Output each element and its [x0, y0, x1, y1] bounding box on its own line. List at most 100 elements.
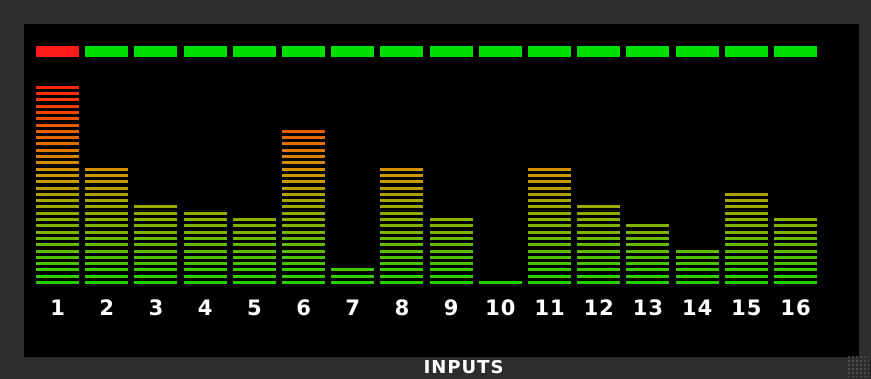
level-segment	[774, 230, 817, 234]
level-bar-8	[380, 163, 424, 284]
level-segment	[36, 243, 79, 247]
level-segment	[85, 218, 129, 221]
clip-indicator-14[interactable]	[675, 46, 719, 57]
level-segment	[331, 281, 375, 284]
level-segment	[36, 110, 79, 114]
clip-indicator-16[interactable]	[774, 46, 817, 57]
level-segment	[528, 255, 571, 259]
level-segment	[36, 186, 79, 190]
level-bar-5	[232, 215, 276, 284]
level-segment	[626, 224, 670, 228]
input-meter-panel: 1 2 3 4 5 6 7 8 9 10 11 12 13 14 15 16 INPUTS	[24, 24, 859, 378]
clip-indicator-11[interactable]	[528, 46, 571, 57]
level-segment	[724, 274, 768, 278]
level-segment	[577, 236, 621, 240]
level-segment	[724, 236, 768, 240]
clip-indicator-15[interactable]	[724, 46, 768, 57]
level-segment	[380, 268, 424, 272]
level-segment	[36, 136, 79, 140]
level-segment	[134, 274, 178, 278]
level-segment	[380, 255, 424, 259]
clip-indicator-4[interactable]	[183, 46, 227, 57]
level-segment	[232, 243, 276, 247]
level-segment	[675, 268, 719, 272]
level-segment	[85, 262, 129, 266]
level-segment	[380, 180, 424, 184]
level-segment	[85, 249, 129, 253]
level-segment	[36, 224, 79, 228]
level-segment	[36, 218, 79, 221]
level-bar-16	[774, 215, 817, 284]
level-segment	[183, 249, 227, 253]
level-segment	[626, 236, 670, 240]
level-segment	[774, 255, 817, 259]
level-segment	[724, 199, 768, 203]
clip-indicator-7[interactable]	[331, 46, 375, 57]
level-segment	[282, 136, 325, 140]
channel-label-2: 2	[99, 296, 115, 320]
level-segment	[577, 281, 621, 284]
level-segment	[429, 268, 473, 272]
clip-indicator-3[interactable]	[134, 46, 178, 57]
level-segment	[85, 211, 129, 215]
level-segment	[282, 205, 325, 209]
level-segment	[36, 230, 79, 234]
clip-indicator-10[interactable]	[478, 46, 522, 57]
level-segment	[36, 92, 79, 95]
level-segment	[380, 218, 424, 221]
level-segment	[36, 262, 79, 266]
clip-indicator-9[interactable]	[429, 46, 473, 57]
level-bar-10	[478, 280, 522, 284]
level-segment	[183, 230, 227, 234]
level-segment	[282, 211, 325, 215]
level-segment	[577, 268, 621, 272]
level-segment	[282, 161, 325, 165]
level-segment	[528, 230, 571, 234]
level-segment	[675, 255, 719, 259]
resize-grip-icon[interactable]	[847, 355, 869, 377]
inputs-title: INPUTS	[423, 357, 505, 378]
level-segment	[36, 249, 79, 253]
channel-label-16: 16	[780, 296, 812, 320]
level-segment	[380, 173, 424, 177]
level-segment	[36, 104, 79, 108]
level-segment	[282, 148, 325, 152]
level-segment	[577, 230, 621, 234]
level-bar-7	[331, 267, 375, 284]
clip-indicator-2[interactable]	[85, 46, 129, 57]
level-segment	[429, 243, 473, 247]
level-segment	[232, 262, 276, 266]
channel-label-4: 4	[197, 296, 214, 320]
level-segment	[380, 167, 424, 171]
level-bar-13	[626, 224, 670, 284]
level-segment	[232, 274, 276, 278]
clip-indicator-6[interactable]	[282, 46, 325, 57]
level-segment	[134, 230, 178, 234]
level-segment	[774, 224, 817, 228]
clip-indicator-13[interactable]	[626, 46, 670, 57]
level-segment	[134, 218, 178, 221]
level-segment	[577, 224, 621, 228]
level-segment	[36, 117, 79, 121]
level-segment	[134, 249, 178, 253]
clip-indicator-1[interactable]	[36, 46, 79, 57]
level-segment	[183, 268, 227, 272]
level-segment	[183, 211, 227, 215]
level-segment	[528, 199, 571, 203]
clip-indicator-12[interactable]	[577, 46, 621, 57]
level-segment	[724, 230, 768, 234]
level-segment	[36, 173, 79, 177]
clip-indicator-5[interactable]	[232, 46, 276, 57]
level-segment	[282, 142, 325, 146]
level-segment	[85, 243, 129, 247]
level-segment	[36, 205, 79, 209]
level-segment	[282, 274, 325, 278]
level-segment	[724, 192, 768, 196]
level-segment	[577, 255, 621, 259]
level-segment	[85, 180, 129, 184]
level-segment	[429, 274, 473, 278]
channel-label-3: 3	[148, 296, 165, 320]
clip-indicator-8[interactable]	[380, 46, 424, 57]
level-segment	[528, 173, 571, 177]
level-segment	[528, 218, 571, 221]
